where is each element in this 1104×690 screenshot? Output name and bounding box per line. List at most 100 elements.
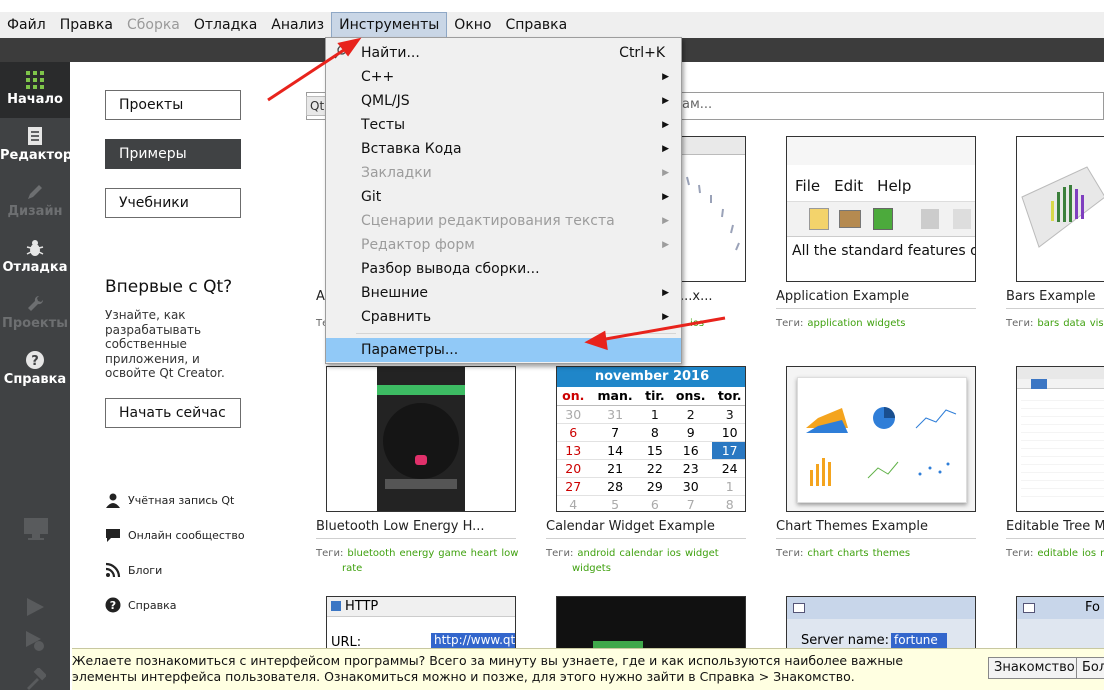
link-qt-account[interactable]: Учётная запись Qt <box>105 492 234 508</box>
new-to-qt-title: Впервые с Qt? <box>105 277 233 297</box>
search-placeholder-tail: ам... <box>682 97 713 112</box>
run-icon[interactable] <box>25 597 45 617</box>
menu-file[interactable]: Файл <box>0 12 53 38</box>
new-to-qt-description: Узнайте, как разрабатывать собственные п… <box>105 308 225 380</box>
mode-label: Отладка <box>2 260 68 275</box>
menu-item-text-editing-macros[interactable]: Сценарии редактирования текста ▶ <box>326 209 681 233</box>
more-button[interactable]: Бол <box>1076 657 1104 679</box>
monitor-icon[interactable] <box>23 517 49 541</box>
example-title[interactable]: Application Example <box>776 289 909 304</box>
menu-item-form-editor[interactable]: Редактор форм ▶ <box>326 233 681 257</box>
example-title[interactable]: Bars Example <box>1006 289 1096 304</box>
example-thumb-dark[interactable] <box>556 596 746 656</box>
menu-item-qmljs[interactable]: QML/JS ▶ <box>326 89 681 113</box>
menu-item-git[interactable]: Git ▶ <box>326 185 681 209</box>
menu-item-snippets[interactable]: Вставка Кода ▶ <box>326 137 681 161</box>
svg-text:?: ? <box>110 599 116 612</box>
menu-item-cpp[interactable]: C++ ▶ <box>326 65 681 89</box>
card-divider <box>316 538 516 539</box>
example-tags: Теги: bluetooth energy game heart low rate <box>316 548 519 574</box>
example-thumb-http[interactable]: HTTP URL: http://www.qt.io <box>326 596 516 656</box>
mode-welcome[interactable]: Начало <box>0 62 70 118</box>
intro-info-text: Желаете познакомиться с интерфейсом прог… <box>72 653 904 684</box>
get-started-button[interactable]: Начать сейчас <box>105 398 241 428</box>
menu-separator <box>356 333 676 334</box>
http-thumb-title: HTTP <box>345 599 379 614</box>
link-blogs[interactable]: Блоги <box>105 562 162 578</box>
projects-button[interactable]: Проекты <box>105 90 241 120</box>
menu-item-external[interactable]: Внешние ▶ <box>326 281 681 305</box>
example-title[interactable]: Editable Tree Mo <box>1006 519 1104 534</box>
ui-tour-button[interactable]: Знакомство <box>988 657 1081 679</box>
example-thumb-bluetooth[interactable] <box>326 366 516 512</box>
menu-tools[interactable]: Инструменты <box>331 12 448 38</box>
card-divider <box>776 308 976 309</box>
mode-projects[interactable]: Проекты <box>0 286 70 342</box>
submenu-arrow-icon: ▶ <box>662 144 669 154</box>
example-tags: Теги:editableiosm <box>1006 548 1104 559</box>
link-community[interactable]: Онлайн сообщество <box>105 527 245 543</box>
example-title[interactable]: Calendar Widget Example <box>546 519 715 534</box>
tutorials-button[interactable]: Учебники <box>105 188 241 218</box>
example-thumb-editable-tree[interactable] <box>1016 366 1104 512</box>
link-help[interactable]: ? Справка <box>105 597 176 613</box>
example-title[interactable]: Chart Themes Example <box>776 519 928 534</box>
menu-edit[interactable]: Правка <box>53 12 120 38</box>
submenu-arrow-icon: ▶ <box>662 72 669 82</box>
example-tags: Теги: android calendar ios widget widgets <box>546 548 719 574</box>
example-tags: Теги: chart charts themes <box>776 548 911 559</box>
mode-design[interactable]: Дизайн <box>0 174 70 230</box>
menu-debug[interactable]: Отладка <box>187 12 264 38</box>
example-thumb-fo[interactable]: Fo <box>1016 596 1104 656</box>
mode-debug[interactable]: Отладка <box>0 230 70 286</box>
svg-text:?: ? <box>31 354 39 369</box>
mode-editor[interactable]: Редактор <box>0 118 73 174</box>
example-title[interactable]: Bluetooth Low Energy H... <box>316 519 485 534</box>
submenu-arrow-icon: ▶ <box>662 120 669 130</box>
tools-dropdown-menu: Найти... Ctrl+K C++ ▶ QML/JS ▶ Тесты ▶ Встав… <box>325 37 682 364</box>
debug-run-icon[interactable] <box>24 630 46 652</box>
menu-help[interactable]: Справка <box>499 12 575 38</box>
submenu-arrow-icon: ▶ <box>662 312 669 322</box>
welcome-sidebar: Проекты Примеры Учебники Впервые с Qt? У… <box>70 62 300 650</box>
menu-analyze[interactable]: Анализ <box>264 12 331 38</box>
mode-label: Справка <box>3 372 67 387</box>
menu-item-options[interactable]: Параметры... <box>326 338 681 362</box>
menu-build[interactable]: Сборка <box>120 12 187 38</box>
example-thumb-application[interactable]: File Edit Help All the standard features o… <box>786 136 976 282</box>
example-tags: Теги: application widgets <box>776 318 906 329</box>
example-thumb-chart-themes[interactable] <box>786 366 976 512</box>
help-icon: ? <box>26 351 44 369</box>
mode-bar: Начало Редактор Дизайн Отладка Проекты ? <box>0 62 73 690</box>
mode-help[interactable]: ? Справка <box>0 342 70 398</box>
card-divider <box>1006 308 1104 309</box>
menu-item-bookmarks[interactable]: Закладки ▶ <box>326 161 681 185</box>
link-label: Онлайн сообщество <box>128 528 245 542</box>
top-strip <box>0 0 1104 12</box>
mode-label: Редактор <box>0 148 73 163</box>
example-title[interactable]: ...x... <box>680 289 713 304</box>
link-label: Блоги <box>128 563 163 577</box>
submenu-arrow-icon: ▶ <box>662 168 669 178</box>
submenu-arrow-icon: ▶ <box>662 240 669 250</box>
submenu-arrow-icon: ▶ <box>662 192 669 202</box>
fo-thumb-label: Fo <box>1085 600 1100 615</box>
help-circle-icon: ? <box>105 597 121 613</box>
example-thumb-calendar[interactable]: november 2016 on. man. tir. ons. tor. 30 31 1 2… <box>556 366 746 512</box>
menu-item-tests[interactable]: Тесты ▶ <box>326 113 681 137</box>
build-hammer-icon[interactable] <box>24 668 46 690</box>
examples-button[interactable]: Примеры <box>105 139 241 169</box>
menu-item-parse-build-output[interactable]: Разбор вывода сборки... <box>326 257 681 281</box>
link-label: Учётная запись Qt <box>128 493 235 507</box>
submenu-arrow-icon: ▶ <box>662 96 669 106</box>
menu-item-diff[interactable]: Сравнить ▶ <box>326 305 681 329</box>
menu-item-find[interactable]: Найти... Ctrl+K <box>326 41 681 65</box>
menu-window[interactable]: Окно <box>447 12 498 38</box>
submenu-arrow-icon: ▶ <box>662 288 669 298</box>
example-thumb-fortune-client[interactable]: Server name: fortune <box>786 596 976 656</box>
example-thumb-bars[interactable] <box>1016 136 1104 282</box>
card-divider <box>1006 538 1104 539</box>
rss-icon <box>105 562 121 578</box>
pen-icon <box>28 185 42 199</box>
server-thumb-label: Server name: <box>801 633 890 648</box>
